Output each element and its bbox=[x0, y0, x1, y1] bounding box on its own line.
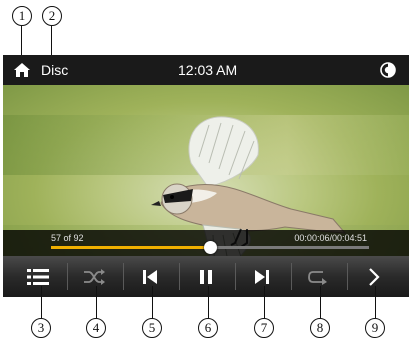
menu-icon bbox=[26, 268, 49, 285]
source-label[interactable]: Disc bbox=[41, 62, 68, 78]
callout-9: 9 bbox=[365, 318, 385, 338]
menu-button[interactable] bbox=[15, 256, 60, 297]
callout-2: 2 bbox=[42, 6, 62, 26]
next-button[interactable] bbox=[239, 256, 284, 297]
media-player-screen: Disc 12:03 AM 57 of 92 00:00:06/00:04:51 bbox=[3, 55, 409, 297]
more-button[interactable] bbox=[351, 256, 396, 297]
skip-previous-icon bbox=[142, 269, 157, 284]
time-display: 00:00:06/00:04:51 bbox=[294, 233, 367, 243]
callout-6-leader bbox=[208, 286, 210, 318]
callout-6: 6 bbox=[198, 318, 218, 338]
track-counter: 57 of 92 bbox=[51, 233, 84, 243]
shuffle-icon bbox=[83, 268, 105, 285]
previous-button[interactable] bbox=[127, 256, 172, 297]
callout-1: 1 bbox=[12, 6, 32, 26]
progress-area: 57 of 92 00:00:06/00:04:51 bbox=[3, 230, 409, 256]
progress-thumb[interactable] bbox=[204, 241, 217, 254]
callout-9-leader bbox=[375, 286, 377, 318]
status-bar: Disc 12:03 AM bbox=[3, 55, 409, 85]
brightness-icon bbox=[380, 62, 396, 78]
callout-3-leader bbox=[41, 286, 43, 318]
brightness-button[interactable] bbox=[379, 61, 397, 79]
callout-5: 5 bbox=[142, 318, 162, 338]
home-button[interactable] bbox=[13, 62, 31, 78]
pause-icon bbox=[199, 269, 212, 284]
skip-next-icon bbox=[254, 269, 269, 284]
pause-button[interactable] bbox=[183, 256, 228, 297]
control-bar bbox=[3, 256, 409, 297]
progress-fill bbox=[51, 246, 210, 249]
callout-8-leader bbox=[320, 286, 322, 318]
repeat-button[interactable] bbox=[295, 256, 340, 297]
callout-7: 7 bbox=[254, 318, 274, 338]
home-icon bbox=[14, 63, 30, 77]
shuffle-button[interactable] bbox=[71, 256, 116, 297]
chevron-right-icon bbox=[368, 267, 380, 286]
callout-4-leader bbox=[96, 286, 98, 318]
callout-7-leader bbox=[264, 286, 266, 318]
progress-track[interactable] bbox=[51, 241, 369, 254]
repeat-icon bbox=[307, 270, 327, 285]
callout-4: 4 bbox=[86, 318, 106, 338]
callout-5-leader bbox=[152, 286, 154, 318]
clock: 12:03 AM bbox=[178, 62, 238, 78]
callout-3: 3 bbox=[31, 318, 51, 338]
callout-8: 8 bbox=[310, 318, 330, 338]
